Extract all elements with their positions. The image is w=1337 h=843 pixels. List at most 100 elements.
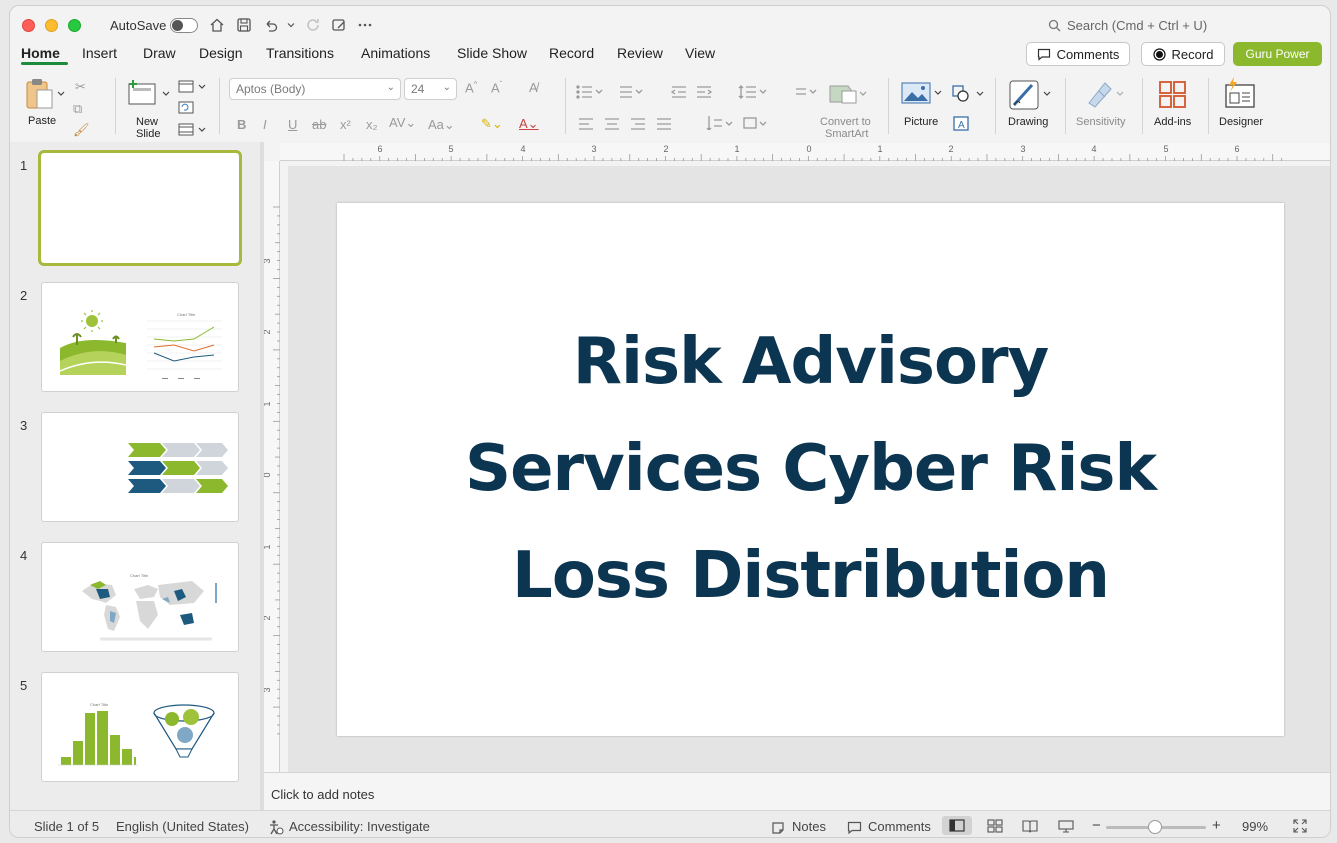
- maximize-window-button[interactable]: [68, 19, 81, 32]
- ribbon-separator: [1065, 78, 1066, 134]
- fit-to-window-icon[interactable]: [1293, 819, 1307, 833]
- chevron-down-icon[interactable]: [57, 91, 65, 97]
- more-options-icon[interactable]: [355, 15, 375, 35]
- notes-toggle[interactable]: Notes: [792, 819, 826, 834]
- layout-icons[interactable]: [178, 80, 208, 140]
- normal-view-button[interactable]: [942, 816, 972, 835]
- font-color-icon[interactable]: A⌄: [519, 116, 539, 132]
- drawing-icon[interactable]: [1008, 79, 1052, 111]
- ribbon-separator: [888, 78, 889, 134]
- autosave-toggle[interactable]: [170, 18, 198, 33]
- minimize-window-button[interactable]: [45, 19, 58, 32]
- search-box[interactable]: Search (Cmd + Ctrl + U): [1048, 18, 1207, 33]
- clear-formatting-icon[interactable]: A̸: [529, 80, 538, 95]
- record-button[interactable]: Record: [1141, 42, 1225, 66]
- close-window-button[interactable]: [22, 19, 35, 32]
- slide-sorter-icon[interactable]: [987, 819, 1003, 833]
- language-indicator[interactable]: English (United States): [116, 819, 249, 834]
- ribbon-separator: [115, 78, 116, 134]
- guru-power-button[interactable]: Guru Power: [1233, 42, 1322, 66]
- strikethrough-icon[interactable]: ab: [312, 117, 326, 132]
- svg-text:2: 2: [264, 329, 272, 334]
- accessibility-status[interactable]: Accessibility: Investigate: [289, 819, 430, 834]
- new-slide-label-line2: Slide: [136, 128, 161, 140]
- current-slide[interactable]: Risk Advisory Services Cyber Risk Loss D…: [337, 203, 1284, 736]
- italic-icon[interactable]: I: [263, 117, 267, 132]
- tab-record[interactable]: Record: [549, 45, 594, 61]
- slide-title[interactable]: Risk Advisory Services Cyber Risk Loss D…: [421, 309, 1201, 630]
- svg-text:1: 1: [264, 544, 272, 549]
- svg-text:6: 6: [377, 144, 382, 154]
- font-size-select[interactable]: 24 ⌄: [404, 78, 457, 100]
- copy-icon[interactable]: ⧉: [73, 101, 82, 117]
- chevron-down-icon[interactable]: [162, 91, 170, 97]
- slide-thumbnail-1[interactable]: [38, 150, 242, 266]
- tab-insert[interactable]: Insert: [82, 45, 117, 61]
- zoom-out-button[interactable]: −: [1092, 817, 1101, 834]
- reading-view-icon[interactable]: [1022, 819, 1038, 833]
- tab-home[interactable]: Home: [21, 45, 60, 61]
- slide-thumbnail-3[interactable]: [41, 412, 239, 522]
- smartart-icon[interactable]: [828, 82, 868, 106]
- slide-thumbnail-2[interactable]: Chart Title: [41, 282, 239, 392]
- ribbon-separator: [1142, 78, 1143, 134]
- slideshow-view-icon[interactable]: [1058, 819, 1074, 833]
- record-button-label: Record: [1171, 46, 1214, 62]
- sensitivity-icon[interactable]: [1085, 79, 1125, 109]
- zoom-level[interactable]: 99%: [1242, 819, 1268, 834]
- subscript-icon[interactable]: x₂: [366, 117, 378, 132]
- search-placeholder: Search (Cmd + Ctrl + U): [1067, 18, 1208, 33]
- home-icon[interactable]: [207, 15, 227, 35]
- bold-icon[interactable]: B: [237, 117, 246, 132]
- svg-text:4: 4: [520, 144, 525, 154]
- save-icon[interactable]: [234, 15, 254, 35]
- notes-pane[interactable]: Click to add notes: [264, 772, 1330, 810]
- tab-review[interactable]: Review: [617, 45, 663, 61]
- svg-text:0: 0: [264, 472, 272, 477]
- slide-thumbnail-4[interactable]: Chart Title: [41, 542, 239, 652]
- add-ins-icon[interactable]: [1158, 80, 1188, 110]
- picture-icon[interactable]: [901, 81, 943, 105]
- increase-font-icon[interactable]: A^: [465, 80, 477, 95]
- ribbon-separator: [219, 78, 220, 134]
- shapes-icon[interactable]: A: [951, 84, 985, 134]
- comment-icon: [847, 821, 862, 835]
- svg-text:4: 4: [1091, 144, 1096, 154]
- chevron-down-icon[interactable]: [281, 15, 301, 35]
- tab-draw[interactable]: Draw: [143, 45, 176, 61]
- tab-animations[interactable]: Animations: [361, 45, 430, 61]
- decrease-font-icon[interactable]: Aˇ: [491, 80, 502, 95]
- tab-transitions[interactable]: Transitions: [266, 45, 334, 61]
- tab-view[interactable]: View: [685, 45, 715, 61]
- undo-icon[interactable]: [261, 15, 281, 35]
- highlight-icon[interactable]: ✎⌄: [481, 116, 503, 132]
- change-case-icon[interactable]: Aa⌄: [428, 117, 455, 133]
- superscript-icon[interactable]: x²: [340, 117, 351, 132]
- designer-icon[interactable]: [1224, 77, 1258, 109]
- tab-slide-show[interactable]: Slide Show: [457, 45, 527, 61]
- thumbnail-number: 4: [20, 548, 28, 563]
- thumbnail-4-preview: Chart Title: [82, 573, 217, 641]
- new-slide-button[interactable]: [127, 78, 159, 113]
- font-name-value: Aptos (Body): [236, 82, 306, 96]
- underline-icon[interactable]: U: [288, 117, 297, 132]
- accessibility-icon: [270, 820, 284, 835]
- svg-text:3: 3: [264, 687, 272, 692]
- tab-design[interactable]: Design: [199, 45, 243, 61]
- redo-icon[interactable]: [303, 15, 323, 35]
- font-name-select[interactable]: Aptos (Body) ⌄: [229, 78, 401, 100]
- format-painter-icon[interactable]: 🖌: [73, 122, 90, 138]
- svg-text:A: A: [958, 120, 965, 131]
- comments-button[interactable]: Comments: [1026, 42, 1130, 66]
- slide-count: Slide 1 of 5: [34, 819, 100, 834]
- zoom-in-button[interactable]: +: [1212, 817, 1221, 834]
- zoom-slider-handle[interactable]: [1148, 820, 1162, 834]
- slide-thumbnail-5[interactable]: Chart Title: [41, 672, 239, 782]
- ribbon-tabs: Home Insert Draw Design Transitions Anim…: [10, 42, 1330, 70]
- comments-toggle[interactable]: Comments: [868, 819, 931, 834]
- character-spacing-icon[interactable]: AV⌄: [389, 115, 416, 131]
- cut-icon[interactable]: ✂: [75, 79, 86, 95]
- paste-button[interactable]: [24, 78, 54, 115]
- customize-icon[interactable]: [329, 15, 349, 35]
- new-slide-icon: [128, 80, 156, 105]
